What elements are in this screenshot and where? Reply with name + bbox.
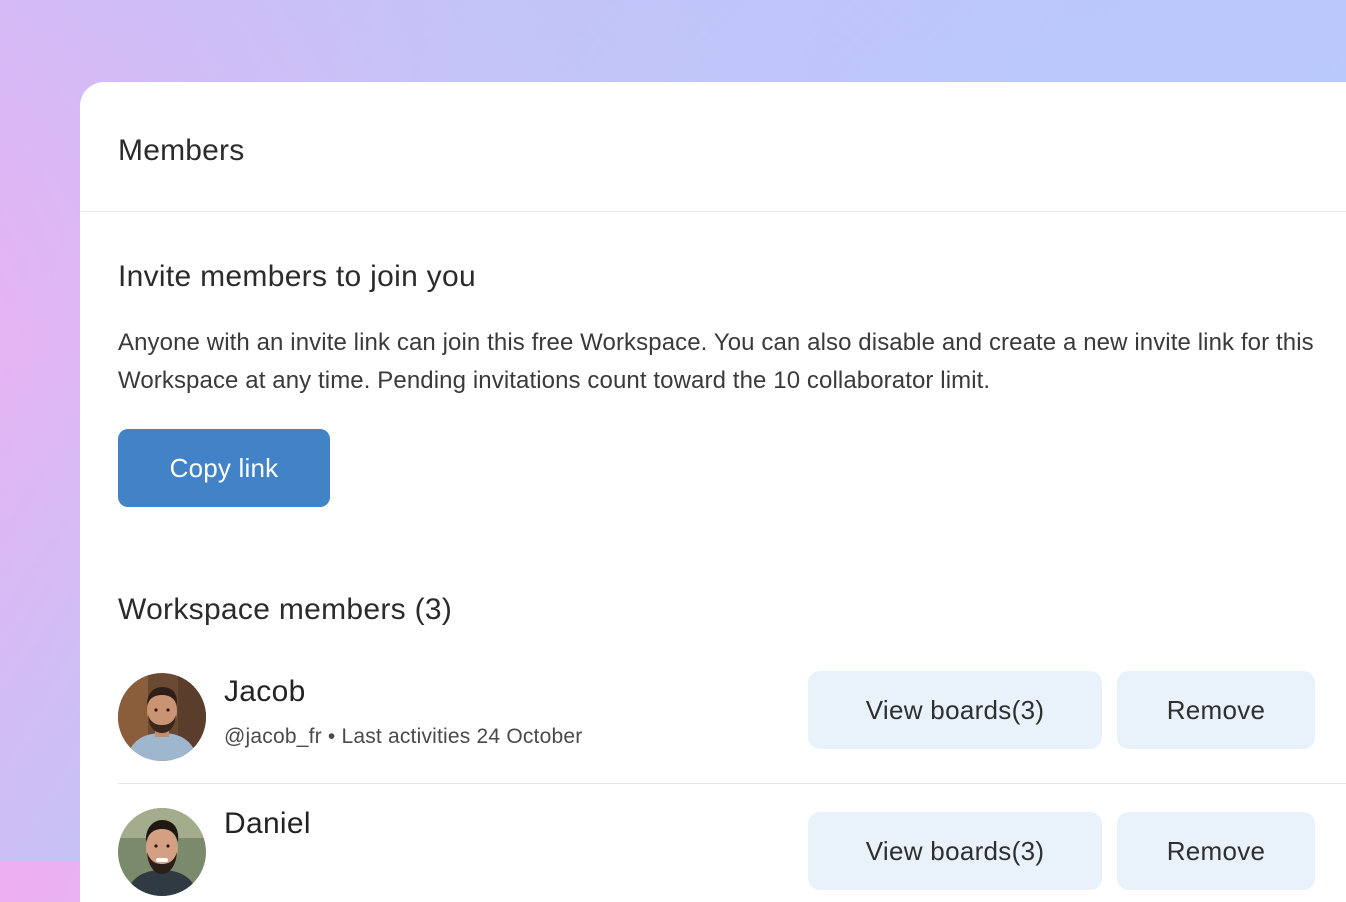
member-row: Daniel View boards(3) Remove	[118, 785, 1346, 902]
member-name: Jacob	[224, 675, 306, 708]
copy-link-button[interactable]: Copy link	[118, 429, 330, 507]
members-panel: Members Invite members to join you Anyon…	[80, 82, 1346, 902]
avatar	[118, 808, 206, 896]
member-row: Jacob @jacob_fr • Last activities 24 Oct…	[118, 649, 1346, 784]
view-boards-button[interactable]: View boards(3)	[808, 671, 1102, 749]
panel-header: Members	[80, 82, 1346, 212]
workspace-members-title: Workspace members (3)	[118, 593, 453, 626]
avatar-photo-icon	[118, 673, 206, 761]
member-name: Daniel	[224, 807, 311, 840]
remove-button[interactable]: Remove	[1117, 812, 1315, 890]
member-meta: @jacob_fr • Last activities 24 October	[224, 725, 583, 748]
remove-button[interactable]: Remove	[1117, 671, 1315, 749]
invite-description: Anyone with an invite link can join this…	[118, 329, 1314, 394]
avatar	[118, 673, 206, 761]
page-title: Members	[118, 134, 245, 167]
view-boards-button[interactable]: View boards(3)	[808, 812, 1102, 890]
invite-section-title: Invite members to join you	[118, 260, 476, 293]
avatar-photo-icon	[118, 808, 206, 896]
